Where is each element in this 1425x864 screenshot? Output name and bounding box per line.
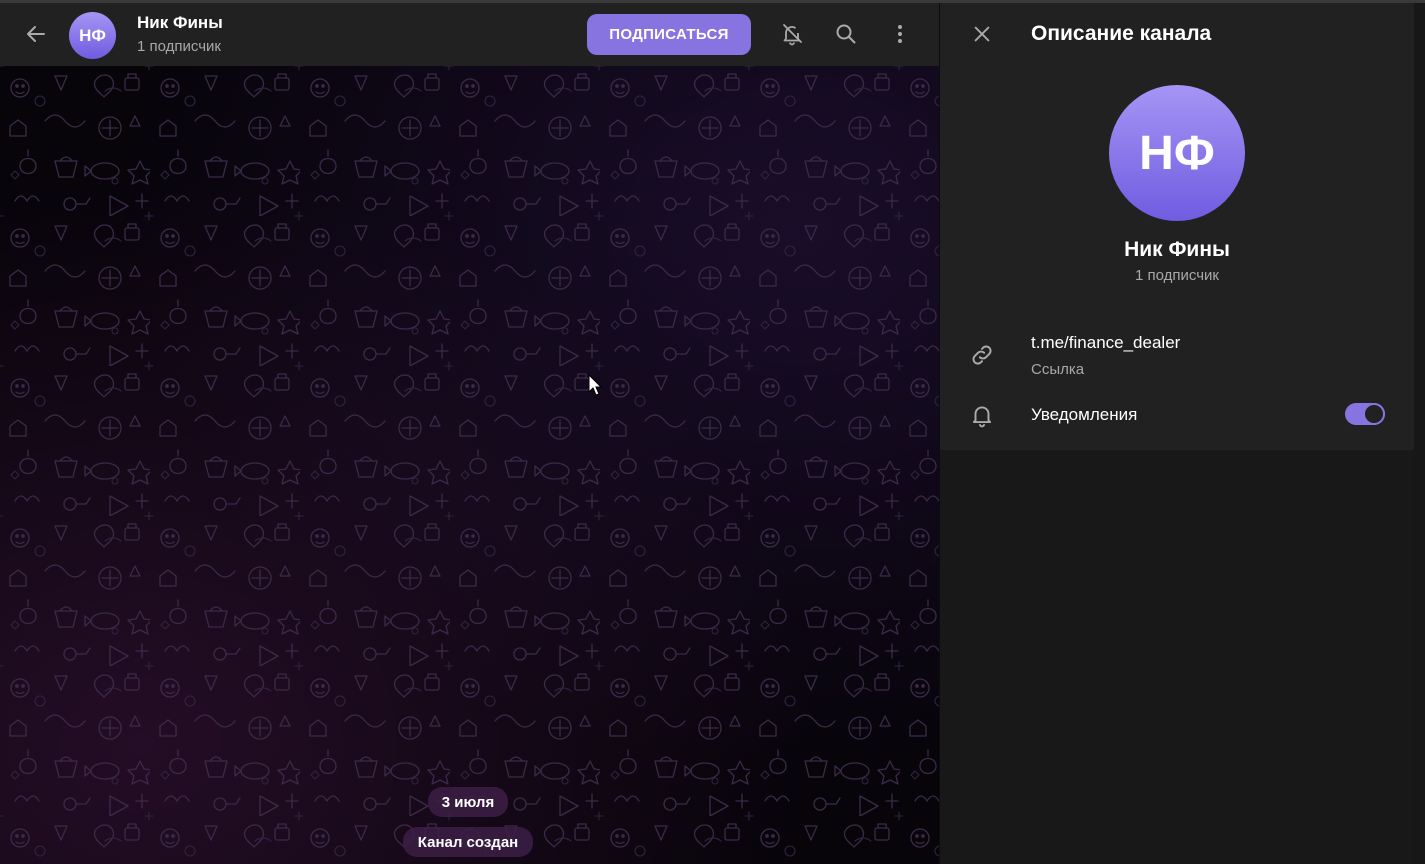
- search-icon: [836, 24, 856, 44]
- chat-title[interactable]: Ник Фины: [137, 13, 223, 33]
- channel-info-card: Описание канала НФ Ник Фины 1 подписчик …: [940, 3, 1414, 450]
- doodle-pattern: [0, 66, 939, 864]
- notifications-toggle[interactable]: [1345, 403, 1385, 425]
- back-button[interactable]: [16, 14, 56, 54]
- toggle-knob: [1363, 403, 1385, 425]
- close-icon: [974, 26, 990, 42]
- notifications-label: Уведомления: [1031, 405, 1138, 424]
- subscribe-button[interactable]: ПОДПИСАТЬСЯ: [587, 14, 751, 55]
- chat-avatar[interactable]: НФ: [69, 12, 116, 59]
- chat-header: НФ Ник Фины 1 подписчик ПОДПИСАТЬСЯ: [0, 3, 939, 66]
- bell-icon: [972, 406, 992, 428]
- mouse-cursor-icon: [588, 374, 602, 396]
- chat-avatar-initials: НФ: [79, 25, 106, 45]
- channel-name: Ник Фины: [1124, 238, 1230, 261]
- link-icon: [972, 345, 992, 365]
- service-message-channel-created: Канал создан: [403, 827, 533, 857]
- more-button[interactable]: [880, 14, 920, 54]
- search-button[interactable]: [826, 14, 866, 54]
- chat-subscriber-count: 1 подписчик: [137, 38, 221, 55]
- service-message-date[interactable]: 3 июля: [428, 787, 508, 817]
- chat-column: НФ Ник Фины 1 подписчик ПОДПИСАТЬСЯ 3 ию…: [0, 3, 939, 864]
- channel-subscriber-count: 1 подписчик: [1135, 267, 1219, 284]
- panel-scrollbar[interactable]: [1414, 3, 1425, 864]
- mute-button[interactable]: [772, 14, 812, 54]
- channel-avatar[interactable]: НФ: [1109, 85, 1245, 221]
- chat-wallpaper: [0, 66, 939, 864]
- close-panel-button[interactable]: [962, 14, 1002, 54]
- channel-link-label: Ссылка: [1031, 361, 1085, 378]
- arrow-left-icon: [27, 26, 45, 42]
- panel-title: Описание канала: [1031, 22, 1212, 45]
- channel-link-row[interactable]: t.me/finance_dealer Ссылка: [940, 321, 1414, 385]
- notifications-row[interactable]: Уведомления: [940, 387, 1414, 443]
- bell-off-icon: [783, 24, 802, 46]
- channel-link-value: t.me/finance_dealer: [1031, 333, 1181, 352]
- channel-avatar-initials: НФ: [1139, 126, 1215, 180]
- more-vertical-icon: [898, 25, 902, 43]
- channel-info-panel: Описание канала НФ Ник Фины 1 подписчик …: [939, 3, 1425, 864]
